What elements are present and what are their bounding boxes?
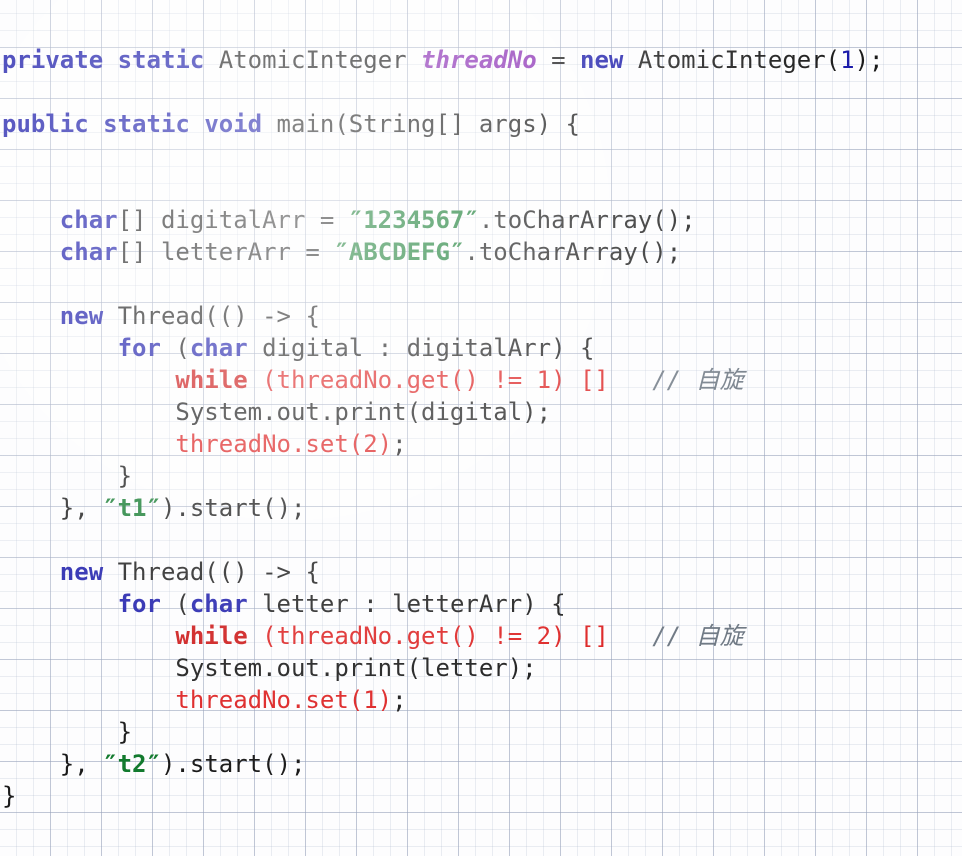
line-9-thread1-open: new Thread(() -> {: [2, 300, 883, 332]
line-12-print-digital: System.out.print(digital);: [2, 396, 883, 428]
line-3-main-signature: public static void main(String[] args) {: [2, 108, 883, 140]
token-plain: );: [854, 46, 884, 74]
line-10-for-digital: for (char digital : digitalArr) {: [2, 332, 883, 364]
token-plain: letter : letterArr) {: [247, 590, 566, 618]
token-plain: main(String[] args) {: [262, 110, 580, 138]
token-plain: digital : digitalArr) {: [247, 334, 595, 362]
token-plain: }: [117, 462, 133, 490]
token-red: (threadNo.get() != 2) []: [247, 622, 609, 650]
token-kw: private: [2, 46, 104, 74]
line-13-set-2: threadNo.set(2);: [2, 428, 883, 460]
token-num: 1: [840, 46, 855, 74]
token-kw: char: [189, 334, 248, 362]
token-str: ″: [146, 750, 161, 778]
line-15-start-t1: }, ″t1″).start();: [2, 492, 883, 524]
token-plain: Thread(() -> {: [103, 302, 320, 330]
token-kw: for: [117, 590, 161, 618]
line-14-close-for-1: }: [2, 460, 883, 492]
token-str: ″: [146, 494, 161, 522]
line-16-blank: [2, 524, 883, 556]
line-6-digital-arr: char[] digitalArr = ″1234567″.toCharArra…: [2, 204, 883, 236]
token-red: (threadNo.get() != 1) []: [247, 366, 609, 394]
token-kw: static: [117, 46, 205, 74]
token-str: ″: [103, 750, 118, 778]
token-comment: // 自旋: [652, 622, 744, 650]
line-20-print-letter: System.out.print(letter);: [2, 652, 883, 684]
token-kw: new: [59, 558, 104, 586]
token-str: ″: [464, 206, 479, 234]
token-kw: new: [59, 302, 104, 330]
token-plain: ;: [392, 430, 407, 458]
token-red-b: while: [175, 622, 248, 650]
token-plain: },: [59, 750, 104, 778]
token-str: ″: [334, 238, 349, 266]
token-field: threadNo: [421, 46, 537, 74]
line-11-while-spin-1: while (threadNo.get() != 1) [] // 自旋: [2, 364, 883, 396]
token-str: t2: [117, 750, 147, 778]
token-str: ABCDEFG: [348, 238, 450, 266]
token-plain: =: [536, 46, 581, 74]
token-plain: AtomicInteger(: [623, 46, 841, 74]
token-plain: AtomicInteger: [204, 46, 422, 74]
token-red: threadNo.set(2): [175, 430, 393, 458]
line-8-blank: [2, 268, 883, 300]
token-plain: (: [160, 334, 190, 362]
token-kw: char: [59, 238, 118, 266]
code-screenshot-canvas: private static AtomicInteger threadNo = …: [0, 0, 962, 856]
token-red: threadNo.set(1): [175, 686, 393, 714]
token-red-b: while: [175, 366, 248, 394]
token-plain: [] digitalArr =: [117, 206, 349, 234]
line-23-start-t2: }, ″t2″).start();: [2, 748, 883, 780]
token-str: t1: [117, 494, 147, 522]
token-plain: .toCharArray();: [464, 238, 682, 266]
line-22-close-for-2: }: [2, 716, 883, 748]
token-plain: System.out.print(digital);: [175, 398, 552, 426]
token-plain: ;: [392, 686, 407, 714]
line-18-for-letter: for (char letter : letterArr) {: [2, 588, 883, 620]
token-str: ″: [348, 206, 364, 234]
line-19-while-spin-2: while (threadNo.get() != 2) [] // 自旋: [2, 620, 883, 652]
code-listing[interactable]: private static AtomicInteger threadNo = …: [0, 0, 883, 812]
line-2-blank: [2, 76, 883, 108]
token-kw: void: [204, 110, 263, 138]
token-kw: char: [189, 590, 248, 618]
token-str: 1234567: [363, 206, 465, 234]
token-str: ″: [103, 494, 118, 522]
token-plain: ).start();: [160, 494, 306, 522]
token-comment: // 自旋: [652, 366, 744, 394]
token-plain: (: [160, 590, 190, 618]
line-7-letter-arr: char[] letterArr = ″ABCDEFG″.toCharArray…: [2, 236, 883, 268]
token-kw: new: [580, 46, 624, 74]
token-kw: char: [59, 206, 118, 234]
token-plain: }: [117, 718, 133, 746]
line-21-set-1: threadNo.set(1);: [2, 684, 883, 716]
token-kw: public: [2, 110, 89, 138]
token-plain: ).start();: [160, 750, 306, 778]
token-plain: .toCharArray();: [478, 206, 696, 234]
line-4-blank: [2, 140, 883, 172]
token-kw: static: [103, 110, 190, 138]
token-str: ″: [449, 238, 465, 266]
token-plain: [] letterArr =: [117, 238, 335, 266]
line-17-thread2-open: new Thread(() -> {: [2, 556, 883, 588]
token-kw: for: [117, 334, 161, 362]
line-5-blank: [2, 172, 883, 204]
line-1-field-decl: private static AtomicInteger threadNo = …: [2, 44, 883, 76]
token-plain: }: [2, 782, 17, 810]
token-plain: },: [59, 494, 104, 522]
token-plain: System.out.print(letter);: [175, 654, 537, 682]
line-24-close-main: }: [2, 780, 883, 812]
token-plain: Thread(() -> {: [103, 558, 320, 586]
